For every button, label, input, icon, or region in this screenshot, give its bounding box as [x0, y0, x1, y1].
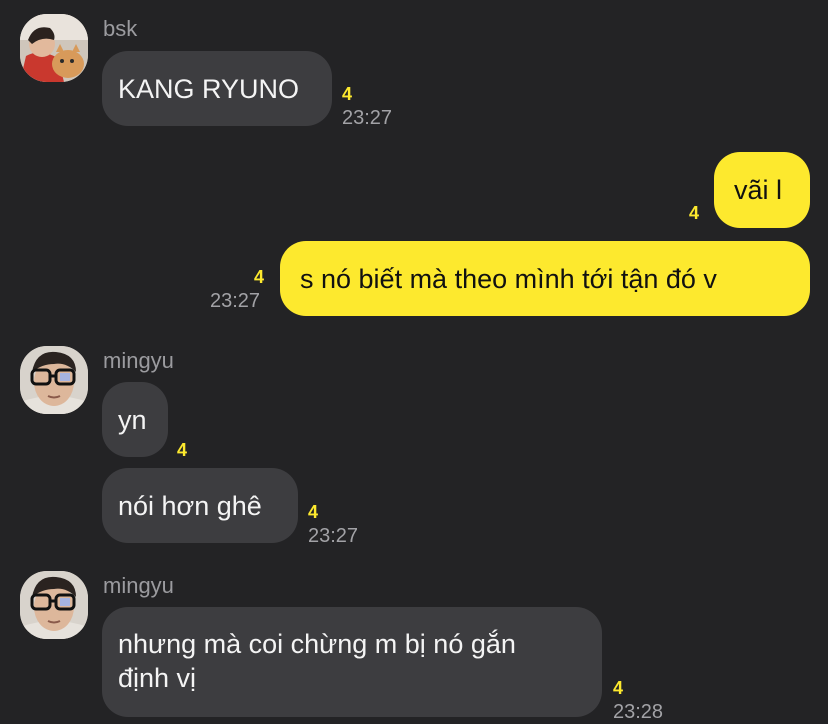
- unread-count: 4: [613, 678, 624, 698]
- profile-photo-icon: [20, 14, 88, 82]
- profile-photo-icon: [20, 571, 88, 639]
- sender-name: bsk: [103, 16, 138, 41]
- message-bubble[interactable]: s nó biết mà theo mình tới tận đó v: [280, 241, 810, 316]
- avatar-mingyu[interactable]: [20, 346, 88, 414]
- message-text: yn: [118, 404, 147, 435]
- message-bubble[interactable]: vãi l: [714, 152, 810, 228]
- unread-count: 4: [177, 440, 188, 460]
- unread-count: 4: [254, 267, 265, 287]
- message-bubble[interactable]: yn: [102, 382, 168, 457]
- message-bubble[interactable]: nói hơn ghê: [102, 468, 298, 543]
- message-timestamp: 23:27: [308, 525, 359, 547]
- sender-name: mingyu: [103, 348, 174, 373]
- message-timestamp: 23:28: [613, 701, 664, 723]
- unread-count: 4: [308, 502, 319, 522]
- avatar-mingyu[interactable]: [20, 571, 88, 639]
- message-bubble[interactable]: KANG RYUNO: [102, 51, 332, 126]
- sender-name: mingyu: [103, 573, 174, 598]
- message-text-line: định vị: [118, 663, 197, 693]
- message-timestamp: 23:27: [210, 290, 261, 312]
- profile-photo-icon: [20, 346, 88, 414]
- message-text: nói hơn ghê: [118, 490, 262, 521]
- message-text-line: nhưng mà coi chừng m bị nó gắn: [118, 629, 516, 659]
- unread-count: 4: [689, 203, 700, 223]
- avatar-bsk[interactable]: [20, 14, 88, 82]
- message-bubble[interactable]: nhưng mà coi chừng m bị nó gắn định vị: [102, 607, 602, 717]
- unread-count: 4: [342, 84, 353, 104]
- message-timestamp: 23:27: [342, 107, 393, 129]
- message-text: s nó biết mà theo mình tới tận đó v: [300, 263, 717, 294]
- message-text: KANG RYUNO: [118, 73, 300, 104]
- message-text: vãi l: [734, 175, 783, 205]
